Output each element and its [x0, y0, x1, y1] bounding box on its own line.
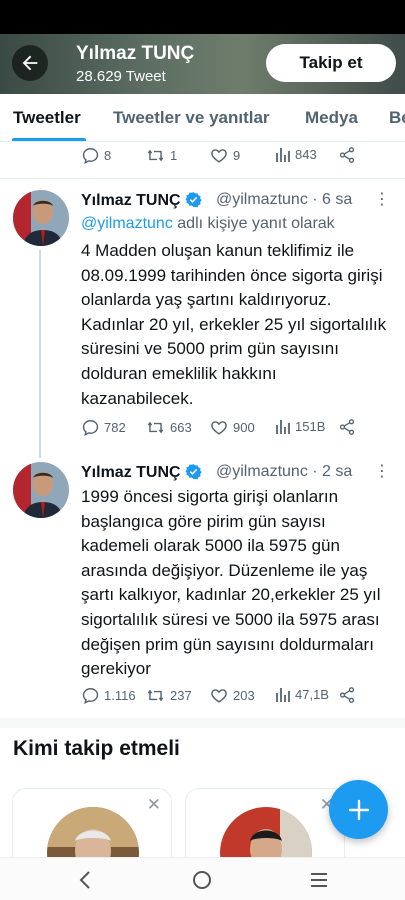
like-button[interactable]: 203	[209, 686, 255, 705]
reply-count: 782	[104, 420, 126, 435]
tweet-text: 4 Madden oluşan kanun teklifimiz ile 08.…	[81, 241, 387, 408]
dismiss-icon[interactable]: ✕	[147, 795, 161, 815]
retweet-icon	[147, 690, 164, 701]
status-bar	[0, 0, 405, 34]
plus-icon	[348, 799, 369, 820]
section-divider	[0, 718, 405, 728]
retweet-count: 237	[170, 688, 192, 703]
back-button[interactable]	[12, 45, 48, 81]
views-chart-icon	[276, 688, 290, 702]
tab-likes[interactable]: Be	[389, 108, 405, 128]
views-chart-icon	[276, 148, 290, 162]
tweet-actions: 782 663 900 151B	[81, 418, 381, 440]
tweet-handle-time: @yilmaztunc · 6 sa	[216, 191, 353, 208]
view-count: 843	[295, 147, 317, 162]
heart-icon	[211, 421, 227, 435]
retweet-button[interactable]: 1	[145, 146, 177, 165]
share-button[interactable]	[338, 686, 356, 704]
arrow-left-icon	[22, 55, 38, 71]
retweet-icon	[147, 150, 164, 161]
tweet-text: 1999 öncesi sigorta girişi olanların baş…	[81, 487, 381, 679]
heart-icon	[211, 149, 227, 163]
reply-count: 1.116	[104, 688, 136, 703]
share-button[interactable]	[338, 418, 356, 436]
profile-tabs: Tweetler Tweetler ve yanıtlar Medya Be	[0, 94, 405, 142]
profile-header: Yılmaz TUNÇ 28.629 Tweet Takip et	[0, 34, 405, 94]
retweet-count: 663	[170, 420, 192, 435]
reply-icon	[82, 688, 99, 704]
like-count: 900	[233, 420, 255, 435]
divider	[0, 178, 405, 179]
more-options-icon[interactable]: ⋮	[374, 461, 391, 481]
like-count: 9	[233, 148, 241, 163]
verified-badge-icon	[184, 192, 202, 208]
chevron-left-icon[interactable]	[76, 870, 94, 890]
reply-icon	[82, 148, 99, 164]
follow-button[interactable]: Takip et	[266, 44, 396, 82]
share-button[interactable]	[338, 146, 356, 164]
heart-icon	[211, 689, 227, 703]
share-icon	[339, 147, 355, 163]
like-button[interactable]: 900	[209, 418, 255, 437]
circle-icon[interactable]	[192, 870, 212, 890]
retweet-button[interactable]: 237	[145, 686, 192, 705]
who-to-follow-title: Kimi takip etmeli	[13, 737, 180, 760]
profile-name: Yılmaz TUNÇ	[76, 43, 195, 64]
hamburger-icon[interactable]	[309, 871, 329, 889]
thread-connector	[39, 250, 41, 458]
reply-count: 8	[104, 148, 112, 163]
views-button[interactable]: 47,1B	[275, 686, 329, 703]
compose-tweet-button[interactable]	[329, 780, 388, 839]
share-icon	[339, 687, 355, 703]
more-options-icon[interactable]: ⋮	[374, 189, 391, 209]
reply-mention-link[interactable]: @yilmaztunc	[81, 215, 173, 232]
active-tab-indicator	[12, 138, 86, 141]
retweet-icon	[147, 422, 164, 433]
reply-button[interactable]: 1.116	[81, 686, 136, 705]
view-count: 47,1B	[295, 687, 329, 702]
tweet-author-name[interactable]: Yılmaz TUNÇ	[81, 191, 202, 210]
previous-tweet-actions: 8 1 9 843	[81, 146, 381, 168]
avatar[interactable]	[13, 190, 69, 246]
tab-tweets[interactable]: Tweetler	[13, 108, 81, 128]
views-button[interactable]: 151B	[275, 418, 325, 435]
tweet-author-name[interactable]: Yılmaz TUNÇ	[81, 463, 202, 482]
like-count: 203	[233, 688, 255, 703]
retweet-button[interactable]: 663	[145, 418, 192, 437]
views-button[interactable]: 843	[275, 146, 317, 163]
reply-button[interactable]: 782	[81, 418, 126, 437]
retweet-count: 1	[170, 148, 178, 163]
system-navigation-bar	[0, 857, 405, 900]
reply-button[interactable]: 8	[81, 146, 111, 165]
views-chart-icon	[276, 420, 290, 434]
reply-icon	[82, 420, 99, 436]
tab-tweets-and-replies[interactable]: Tweetler ve yanıtlar	[113, 108, 270, 128]
tweet-actions: 1.116 237 203 47,1B	[81, 686, 381, 708]
tweet-count: 28.629 Tweet	[76, 68, 166, 85]
tab-media[interactable]: Medya	[305, 108, 358, 128]
avatar[interactable]	[13, 462, 69, 518]
like-button[interactable]: 9	[209, 146, 240, 165]
share-icon	[339, 419, 355, 435]
reply-context: @yilmaztunc adlı kişiye yanıt olarak	[81, 215, 335, 232]
verified-badge-icon	[184, 464, 202, 480]
view-count: 151B	[295, 419, 326, 434]
tweet-handle-time: @yilmaztunc · 2 sa	[216, 463, 353, 480]
